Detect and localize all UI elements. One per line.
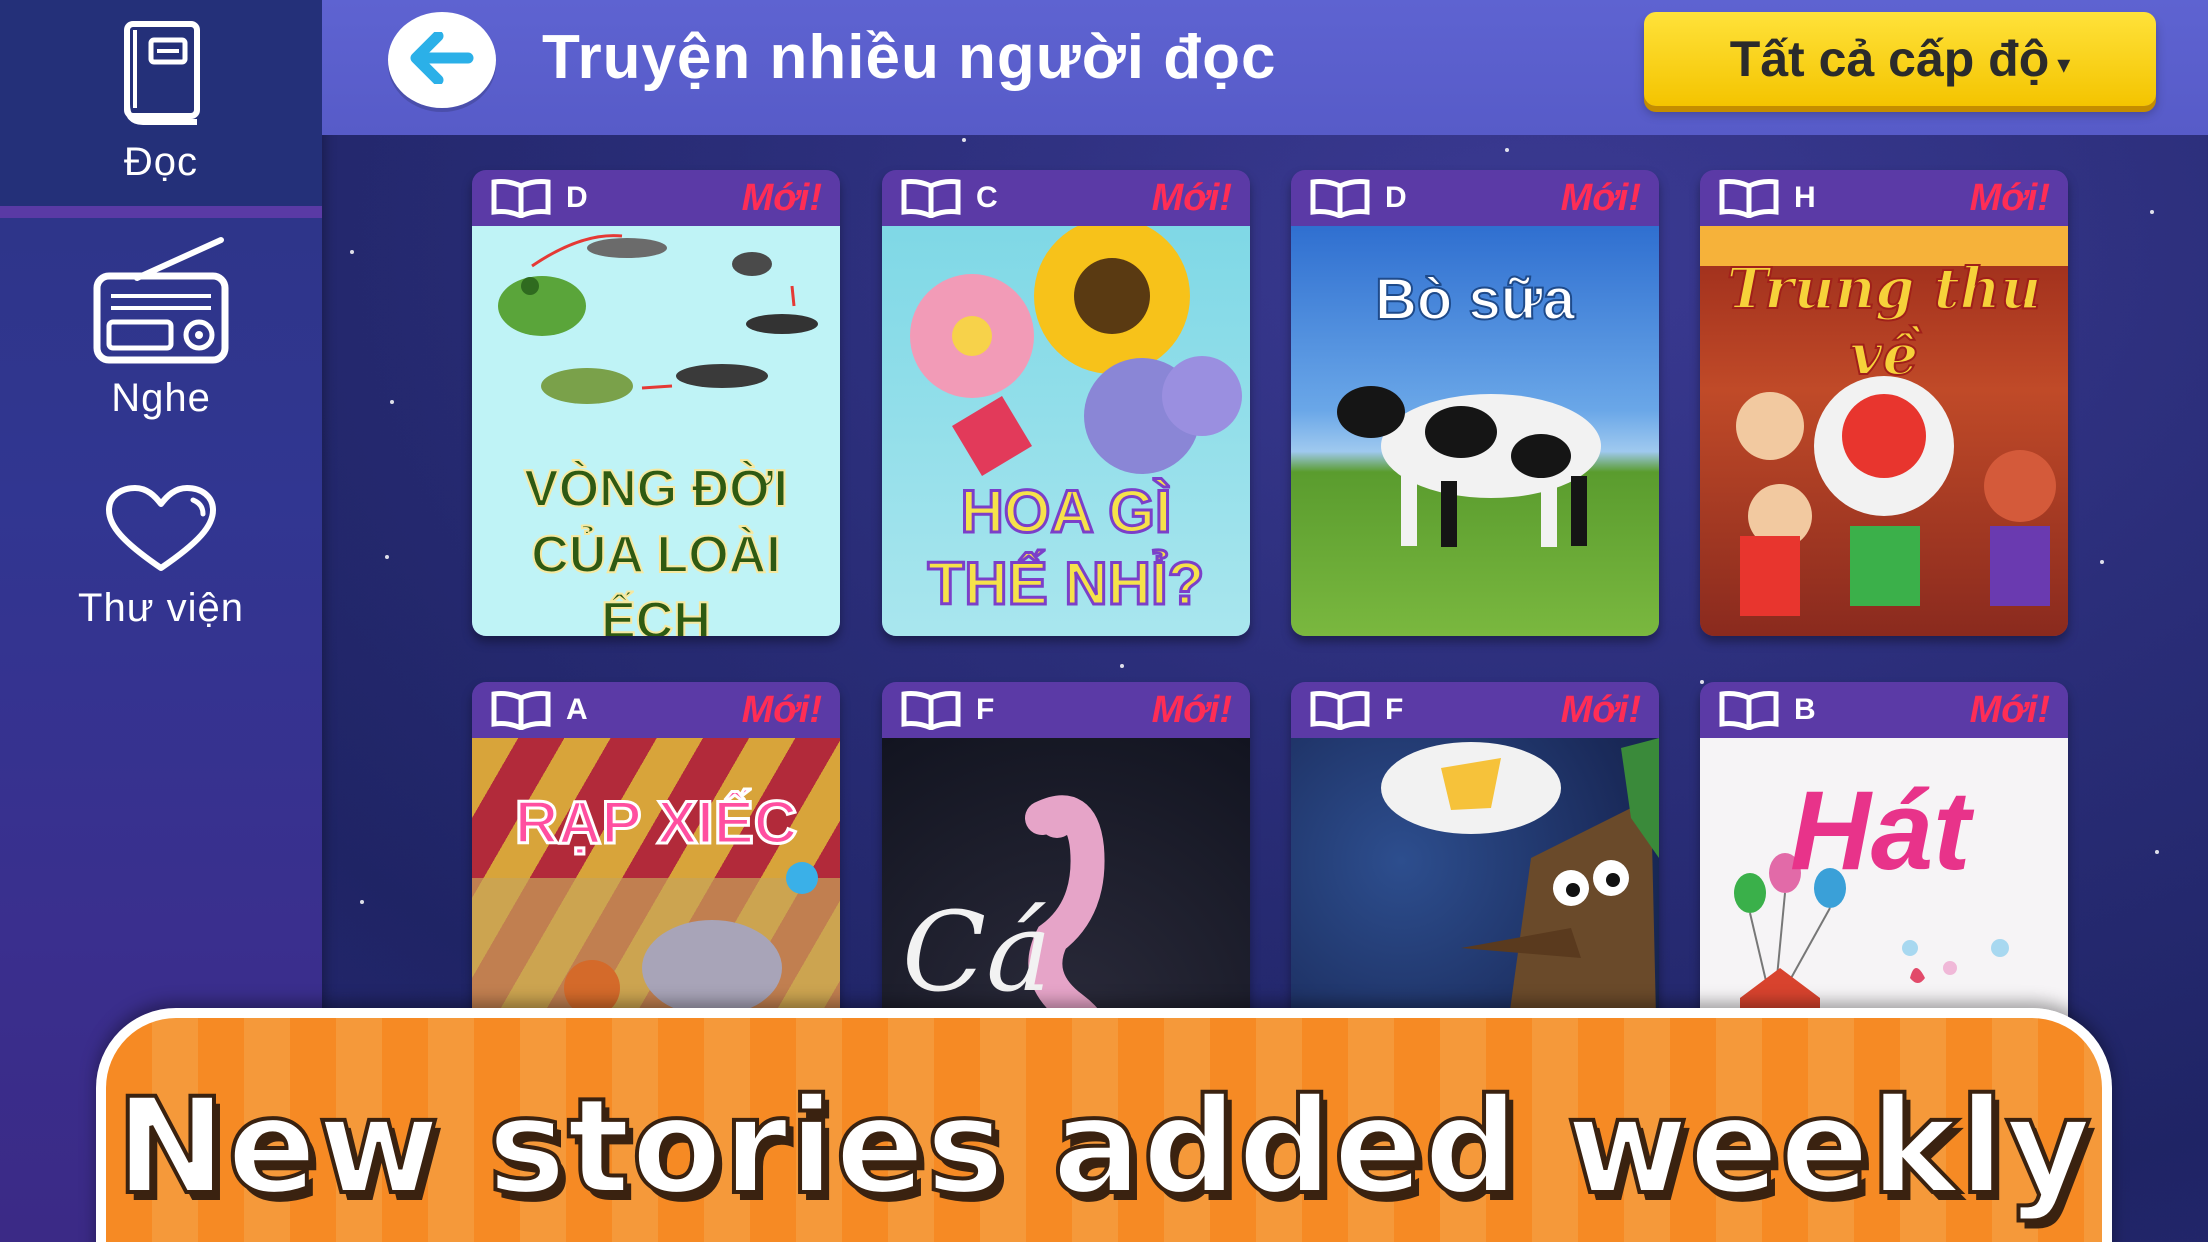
sidebar-item-label: Nghe — [111, 376, 211, 420]
open-book-icon — [901, 691, 961, 730]
radio-icon — [91, 236, 231, 364]
cover-title: Hát — [1790, 768, 1971, 893]
book-level: B — [1794, 693, 1816, 726]
book-icon — [113, 18, 209, 128]
promo-banner: New stories added weekly — [96, 1008, 2112, 1242]
frog-lifecycle-illustration — [498, 234, 818, 404]
page-title: Truyện nhiều người đọc — [542, 23, 1277, 92]
book-card[interactable]: D Mới! VÒNG ĐỜI CỦA LOÀI ẾCH — [472, 170, 840, 636]
book-level: H — [1794, 181, 1816, 214]
sidebar-item-read[interactable]: Đọc — [0, 0, 322, 208]
card-header: F Mới! — [882, 682, 1250, 738]
sidebar-item-listen[interactable]: Nghe — [0, 236, 322, 421]
active-indicator — [0, 206, 322, 218]
book-level: F — [976, 693, 995, 726]
open-book-icon — [1310, 179, 1370, 218]
new-badge: Mới! — [1151, 176, 1232, 219]
new-badge: Mới! — [1969, 688, 2050, 731]
book-level: D — [1385, 181, 1407, 214]
book-cover: HOA GÌ THẾ NHỈ? — [882, 226, 1250, 636]
open-book-icon — [491, 179, 551, 218]
new-badge: Mới! — [1560, 176, 1641, 219]
sidebar-item-label: Đọc — [123, 140, 199, 184]
heart-icon — [103, 484, 219, 574]
arrow-left-icon — [410, 30, 474, 89]
card-header: H Mới! — [1700, 170, 2068, 226]
new-badge: Mới! — [1560, 688, 1641, 731]
book-level: C — [976, 181, 998, 214]
book-card[interactable]: C Mới! HOA GÌ THẾ NHỈ? — [882, 170, 1250, 636]
open-book-icon — [1719, 691, 1779, 730]
open-book-icon — [491, 691, 551, 730]
book-cover: VÒNG ĐỜI CỦA LOÀI ẾCH — [472, 226, 840, 636]
card-header: D Mới! — [1291, 170, 1659, 226]
banner-text: New stories added weekly — [114, 1068, 2094, 1226]
book-level: F — [1385, 693, 1404, 726]
cover-title: Cá — [902, 888, 1052, 1016]
sidebar-item-label: Thư viện — [78, 586, 244, 630]
card-header: F Mới! — [1291, 682, 1659, 738]
card-header: D Mới! — [472, 170, 840, 226]
book-card[interactable]: H Mới! Trung thu về — [1700, 170, 2068, 636]
cover-title: Bò sữa — [1374, 266, 1576, 333]
cover-title: RẠP XIẾC — [513, 788, 798, 858]
book-level: D — [566, 181, 588, 214]
card-header: B Mới! — [1700, 682, 2068, 738]
cover-title: Trung thu về — [1726, 255, 2042, 389]
open-book-icon — [1719, 179, 1779, 218]
new-badge: Mới! — [1151, 688, 1232, 731]
card-header: A Mới! — [472, 682, 840, 738]
book-level: A — [566, 693, 588, 726]
new-badge: Mới! — [741, 176, 822, 219]
cover-title: VÒNG ĐỜI CỦA LOÀI ẾCH — [523, 459, 789, 636]
level-filter-label: Tất cả cấp độ — [1729, 31, 2050, 87]
open-book-icon — [901, 179, 961, 218]
level-filter-dropdown[interactable]: Tất cả cấp độ ▾ — [1644, 12, 2156, 106]
new-badge: Mới! — [1969, 176, 2050, 219]
back-button[interactable] — [388, 12, 496, 108]
open-book-icon — [1310, 691, 1370, 730]
top-bar: Truyện nhiều người đọc Tất cả cấp độ ▾ — [322, 0, 2208, 135]
cover-title: HOA GÌ THẾ NHỈ? — [926, 477, 1206, 619]
card-header: C Mới! — [882, 170, 1250, 226]
book-card[interactable]: D Mới! Bò sữa — [1291, 170, 1659, 636]
book-cover: Trung thu về — [1700, 226, 2068, 636]
chevron-down-icon: ▾ — [2057, 48, 2071, 79]
book-cover: Bò sữa — [1291, 226, 1659, 636]
sidebar-item-library[interactable]: Thư viện — [0, 484, 322, 631]
new-badge: Mới! — [741, 688, 822, 731]
